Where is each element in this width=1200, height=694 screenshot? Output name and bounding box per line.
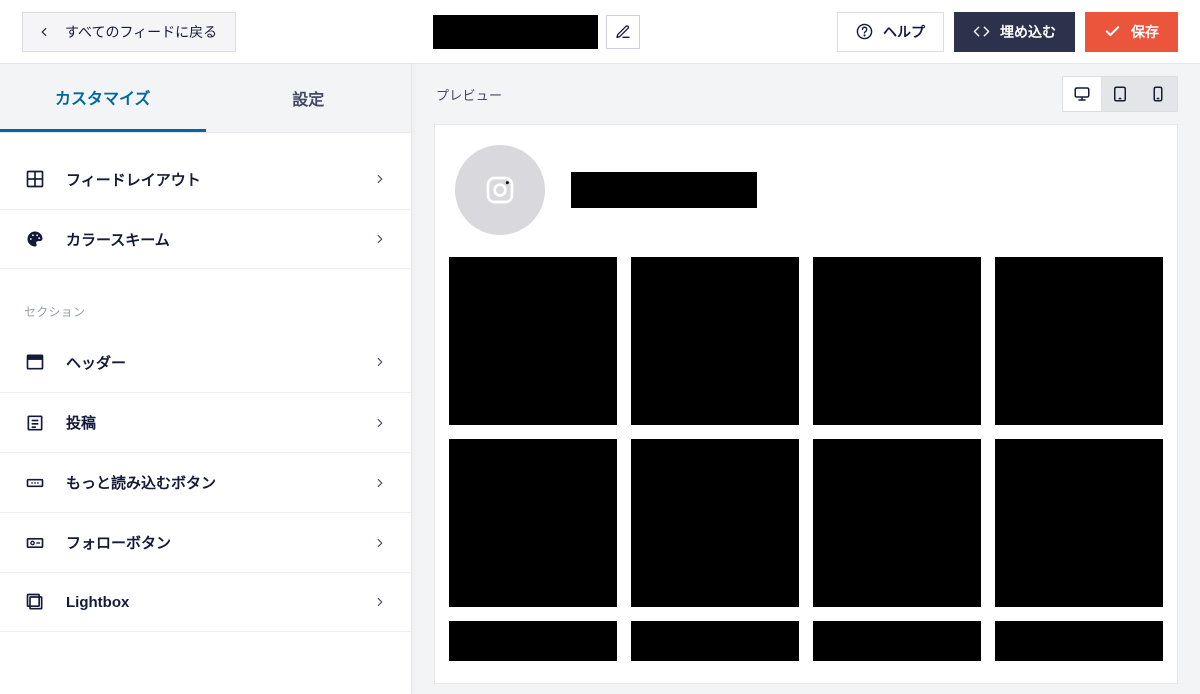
back-button[interactable]: すべてのフィードに戻る [22, 12, 236, 52]
post-thumbnail[interactable] [813, 621, 981, 661]
sidebar-item-label: フィードレイアウト [66, 169, 353, 190]
post-thumbnail[interactable] [995, 621, 1163, 661]
preview-canvas [412, 124, 1200, 694]
sidebar-section-heading: セクション [0, 269, 411, 332]
device-desktop[interactable] [1063, 77, 1101, 111]
header-icon [25, 352, 45, 372]
layout-icon [25, 169, 45, 189]
sidebar-item-label: ヘッダー [66, 352, 353, 373]
sidebar-menu-sections: ヘッダー 投稿 もっと読み込むボタン フォローボタン Lightbox [0, 332, 411, 632]
feed-header [449, 125, 1163, 257]
feed-account-name-redacted [571, 172, 757, 208]
feed-title-group [433, 15, 640, 49]
back-button-label: すべてのフィードに戻る [65, 22, 217, 42]
sidebar-tabs: カスタマイズ 設定 [0, 64, 411, 133]
sidebar-item-label: もっと読み込むボタン [66, 472, 353, 493]
pencil-icon [615, 24, 631, 40]
topbar-actions: ヘルプ 埋め込む 保存 [837, 12, 1178, 52]
loadmore-icon [25, 473, 45, 493]
save-button[interactable]: 保存 [1085, 12, 1178, 52]
palette-icon [25, 229, 45, 249]
device-switch [1062, 76, 1178, 112]
sidebar: カスタマイズ 設定 フィードレイアウト カラースキーム セクション ヘッダー [0, 64, 412, 694]
feed-title-redacted [433, 15, 598, 49]
sidebar-item-follow-button[interactable]: フォローボタン [0, 512, 411, 572]
tab-customize[interactable]: カスタマイズ [0, 64, 206, 132]
mobile-icon [1149, 85, 1167, 103]
lightbox-icon [25, 592, 45, 612]
post-thumbnail[interactable] [631, 257, 799, 425]
chevron-right-icon [373, 536, 387, 550]
device-tablet[interactable] [1101, 77, 1139, 111]
post-thumbnail[interactable] [995, 257, 1163, 425]
tab-settings[interactable]: 設定 [206, 64, 412, 132]
chevron-right-icon [373, 232, 387, 246]
chevron-right-icon [373, 355, 387, 369]
feed-avatar [455, 145, 545, 235]
save-button-label: 保存 [1131, 22, 1159, 42]
sidebar-item-header[interactable]: ヘッダー [0, 332, 411, 392]
check-icon [1104, 23, 1121, 40]
post-thumbnail[interactable] [813, 439, 981, 607]
sidebar-item-label: フォローボタン [66, 532, 353, 553]
edit-title-button[interactable] [606, 15, 640, 49]
chevron-right-icon [373, 595, 387, 609]
sidebar-item-posts[interactable]: 投稿 [0, 392, 411, 452]
sidebar-menu-primary: フィードレイアウト カラースキーム [0, 133, 411, 269]
tab-settings-label: 設定 [292, 86, 324, 110]
help-icon [856, 23, 873, 40]
sidebar-item-lightbox[interactable]: Lightbox [0, 572, 411, 632]
post-thumbnail[interactable] [449, 439, 617, 607]
embed-button[interactable]: 埋め込む [954, 12, 1075, 52]
post-thumbnail[interactable] [449, 621, 617, 661]
post-icon [25, 413, 45, 433]
sidebar-item-color-scheme[interactable]: カラースキーム [0, 209, 411, 269]
preview-heading: プレビュー [436, 85, 502, 104]
post-thumbnail[interactable] [995, 439, 1163, 607]
sidebar-item-label: 投稿 [66, 412, 353, 433]
instagram-icon [484, 174, 516, 206]
tab-customize-label: カスタマイズ [55, 85, 151, 109]
code-icon [973, 23, 990, 40]
follow-icon [25, 533, 45, 553]
help-button-label: ヘルプ [883, 22, 925, 42]
sidebar-item-label: Lightbox [66, 594, 353, 611]
chevron-right-icon [373, 416, 387, 430]
sidebar-item-loadmore-button[interactable]: もっと読み込むボタン [0, 452, 411, 512]
post-thumbnail[interactable] [631, 439, 799, 607]
tablet-icon [1111, 85, 1129, 103]
post-thumbnail[interactable] [449, 257, 617, 425]
preview-area: プレビュー [412, 64, 1200, 694]
posts-grid [449, 257, 1163, 607]
chevron-right-icon [373, 172, 387, 186]
sidebar-item-label: カラースキーム [66, 229, 353, 250]
preview-bar: プレビュー [412, 64, 1200, 124]
topbar: すべてのフィードに戻る ヘルプ 埋め込む 保存 [0, 0, 1200, 64]
posts-grid-next-row [449, 621, 1163, 661]
chevron-right-icon [373, 476, 387, 490]
post-thumbnail[interactable] [631, 621, 799, 661]
chevron-left-icon [37, 25, 51, 39]
post-thumbnail[interactable] [813, 257, 981, 425]
preview-frame [434, 124, 1178, 684]
sidebar-item-feed-layout[interactable]: フィードレイアウト [0, 149, 411, 209]
help-button[interactable]: ヘルプ [837, 12, 944, 52]
embed-button-label: 埋め込む [1000, 22, 1056, 42]
desktop-icon [1073, 85, 1091, 103]
device-mobile[interactable] [1139, 77, 1177, 111]
